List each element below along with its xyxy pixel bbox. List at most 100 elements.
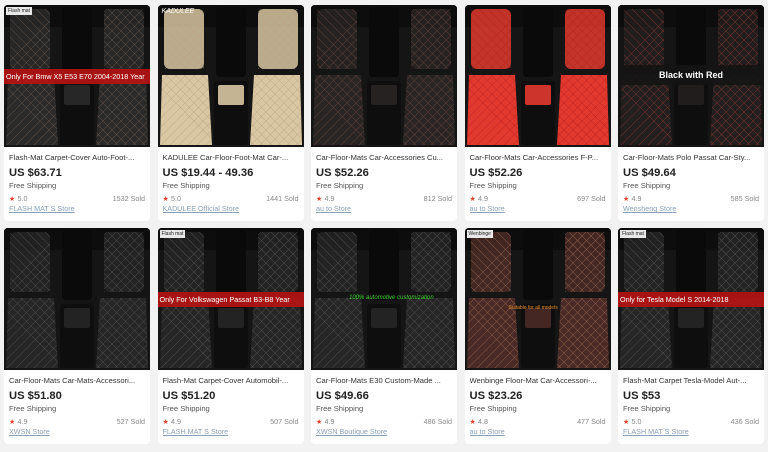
sold-count: 507 Sold bbox=[270, 417, 299, 426]
product-info: Flash-Mat Carpet-Cover Automobil-... US $… bbox=[158, 370, 304, 436]
rating-row: ★ 4.9 812 Sold bbox=[316, 194, 452, 203]
product-title[interactable]: Wenbinge Floor-Mat Car-Accessori-... bbox=[470, 376, 606, 387]
shipping-label: Free Shipping bbox=[623, 181, 671, 190]
product-price: US $49.64 bbox=[623, 167, 676, 179]
product-price: US $51.20 bbox=[162, 390, 216, 402]
product-image[interactable]: Flash mat Only For Volkswagen Passat B3-B… bbox=[157, 228, 304, 370]
brand-tag: Flash mat bbox=[159, 230, 186, 238]
store-link[interactable]: au to Store bbox=[470, 427, 606, 436]
star-icon: ★ bbox=[623, 417, 630, 426]
store-link[interactable]: FLASH MAT S Store bbox=[9, 204, 145, 213]
product-title[interactable]: Car-Floor-Mats Car-Accessories Cu... bbox=[316, 153, 452, 164]
product-image[interactable] bbox=[4, 228, 150, 370]
product-image[interactable]: Wenbinge Suitable for all models bbox=[464, 228, 611, 370]
product-image[interactable]: Flash mat Only For Bmw X5 E53 E70 2004-20… bbox=[4, 5, 150, 147]
product-title[interactable]: KADULEE Car-Floor-Foot-Mat Car-... bbox=[163, 153, 299, 164]
shipping-label: Free Shipping bbox=[9, 181, 57, 190]
product-title[interactable]: Flash-Mat Carpet-Cover Auto-Foot-... bbox=[9, 153, 145, 164]
sold-count: 527 Sold bbox=[116, 417, 145, 426]
rating: ★ 5.0 bbox=[623, 417, 641, 426]
shipping-label: Free Shipping bbox=[469, 181, 517, 190]
product-image[interactable]: Flash mat Only for Tesla Model S 2014-201… bbox=[618, 228, 764, 370]
brand-tag: Wenbinge bbox=[466, 230, 493, 238]
product-card[interactable]: 100% automotive customization Car-Floor-M… bbox=[311, 228, 457, 444]
product-card[interactable]: Wenbinge Suitable for all models Wenbinge … bbox=[464, 228, 611, 444]
shipping-label: Free Shipping bbox=[316, 181, 364, 190]
sold-count: 1532 Sold bbox=[112, 194, 145, 203]
rating: ★ 5.0 bbox=[163, 194, 181, 203]
sold-count: 585 Sold bbox=[730, 194, 759, 203]
product-info: Car-Floor-Mats Car-Accessories Cu... US $… bbox=[311, 147, 457, 213]
product-title[interactable]: Flash-Mat Carpet-Cover Automobil-... bbox=[163, 376, 299, 387]
rating-row: ★ 4.8 477 Sold bbox=[470, 417, 606, 426]
image-banner: Only For Volkswagen Passat B3-B8 Year bbox=[157, 292, 304, 307]
product-image[interactable] bbox=[464, 5, 611, 147]
product-title[interactable]: Car-Floor-Mats Polo Passat Car-Sty... bbox=[623, 153, 759, 164]
product-card[interactable]: Flash mat Only For Bmw X5 E53 E70 2004-20… bbox=[4, 5, 150, 221]
product-image[interactable]: Black with Red bbox=[618, 5, 764, 147]
product-price: US $51.80 bbox=[9, 390, 62, 402]
product-card[interactable]: Black with Red Car-Floor-Mats Polo Passat… bbox=[618, 5, 764, 221]
shipping-label: Free Shipping bbox=[623, 404, 671, 413]
store-link[interactable]: Wensheng Store bbox=[623, 204, 759, 213]
product-card[interactable]: Car-Floor-Mats Car-Accessories Cu... US $… bbox=[311, 5, 457, 221]
product-price: US $53 bbox=[623, 390, 661, 402]
rating: ★ 4.9 bbox=[163, 417, 181, 426]
image-banner: Only for Tesla Model S 2014-2018 bbox=[618, 292, 764, 307]
shipping-label: Free Shipping bbox=[162, 181, 210, 190]
product-card[interactable]: KADULEE KADULEE Car-Floor-Foot-Mat Car-..… bbox=[157, 5, 304, 221]
product-price: US $63.71 bbox=[9, 167, 62, 179]
product-card[interactable]: Flash mat Only for Tesla Model S 2014-201… bbox=[618, 228, 764, 444]
rating-value: 4.9 bbox=[170, 417, 181, 426]
rating: ★ 4.9 bbox=[470, 194, 488, 203]
store-link[interactable]: FLASH MAT S Store bbox=[623, 427, 759, 436]
product-card[interactable]: Car-Floor-Mats Car-Mats-Accessori... US $… bbox=[4, 228, 150, 444]
product-info: KADULEE Car-Floor-Foot-Mat Car-... US $19… bbox=[158, 147, 304, 213]
product-info: Flash-Mat Carpet-Cover Auto-Foot-... US $… bbox=[4, 147, 150, 213]
shipping-label: Free Shipping bbox=[316, 404, 364, 413]
product-image[interactable]: KADULEE bbox=[157, 5, 304, 147]
product-grid: Flash mat Only For Bmw X5 E53 E70 2004-20… bbox=[4, 5, 764, 444]
store-link[interactable]: KADULEE Official Store bbox=[163, 204, 299, 213]
store-link[interactable]: XWSN Boutique Store bbox=[316, 427, 452, 436]
star-icon: ★ bbox=[162, 417, 169, 426]
product-title[interactable]: Car-Floor-Mats Car-Accessories F-P... bbox=[470, 153, 606, 164]
brand-tag: KADULEE bbox=[161, 8, 195, 15]
product-card[interactable]: Flash mat Only For Volkswagen Passat B3-B… bbox=[157, 228, 304, 444]
rating-row: ★ 4.9 507 Sold bbox=[163, 417, 299, 426]
star-icon: ★ bbox=[469, 417, 476, 426]
sold-count: 436 Sold bbox=[730, 417, 759, 426]
rating-value: 4.9 bbox=[631, 194, 642, 203]
rating: ★ 4.9 bbox=[623, 194, 641, 203]
star-icon: ★ bbox=[162, 194, 169, 203]
product-price: US $52.26 bbox=[316, 167, 369, 179]
car-interior-image bbox=[311, 5, 457, 147]
product-info: Wenbinge Floor-Mat Car-Accessori-... US $… bbox=[465, 370, 611, 436]
image-banner: 100% automotive customization bbox=[349, 295, 434, 301]
image-banner: Black with Red bbox=[618, 65, 764, 85]
product-info: Flash-Mat Carpet Tesla-Model Aut-... US $… bbox=[618, 370, 764, 436]
store-link[interactable]: au to Store bbox=[316, 204, 452, 213]
store-link[interactable]: FLASH MAT S Store bbox=[163, 427, 299, 436]
product-title[interactable]: Car-Floor-Mats Car-Mats-Accessori... bbox=[9, 376, 145, 387]
product-image[interactable]: 100% automotive customization bbox=[311, 228, 457, 370]
rating: ★ 5.0 bbox=[9, 194, 27, 203]
car-interior-image bbox=[4, 228, 150, 370]
product-image[interactable] bbox=[311, 5, 457, 147]
product-title[interactable]: Flash-Mat Carpet Tesla-Model Aut-... bbox=[623, 376, 759, 387]
shipping-label: Free Shipping bbox=[162, 404, 210, 413]
star-icon: ★ bbox=[316, 417, 323, 426]
rating-value: 5.0 bbox=[17, 194, 28, 203]
product-price: US $23.26 bbox=[469, 390, 523, 402]
store-link[interactable]: au to Store bbox=[470, 204, 606, 213]
car-interior-image bbox=[464, 5, 611, 147]
rating-row: ★ 4.9 486 Sold bbox=[316, 417, 452, 426]
rating-row: ★ 5.0 1441 Sold bbox=[163, 194, 299, 203]
store-link[interactable]: XWSN Store bbox=[9, 427, 145, 436]
brand-tag: Flash mat bbox=[620, 230, 646, 238]
product-title[interactable]: Car-Floor-Mats E30 Custom-Made ... bbox=[316, 376, 452, 387]
rating-row: ★ 4.9 585 Sold bbox=[623, 194, 759, 203]
shipping-label: Free Shipping bbox=[9, 404, 57, 413]
rating-value: 4.9 bbox=[17, 417, 28, 426]
product-card[interactable]: Car-Floor-Mats Car-Accessories F-P... US … bbox=[464, 5, 611, 221]
